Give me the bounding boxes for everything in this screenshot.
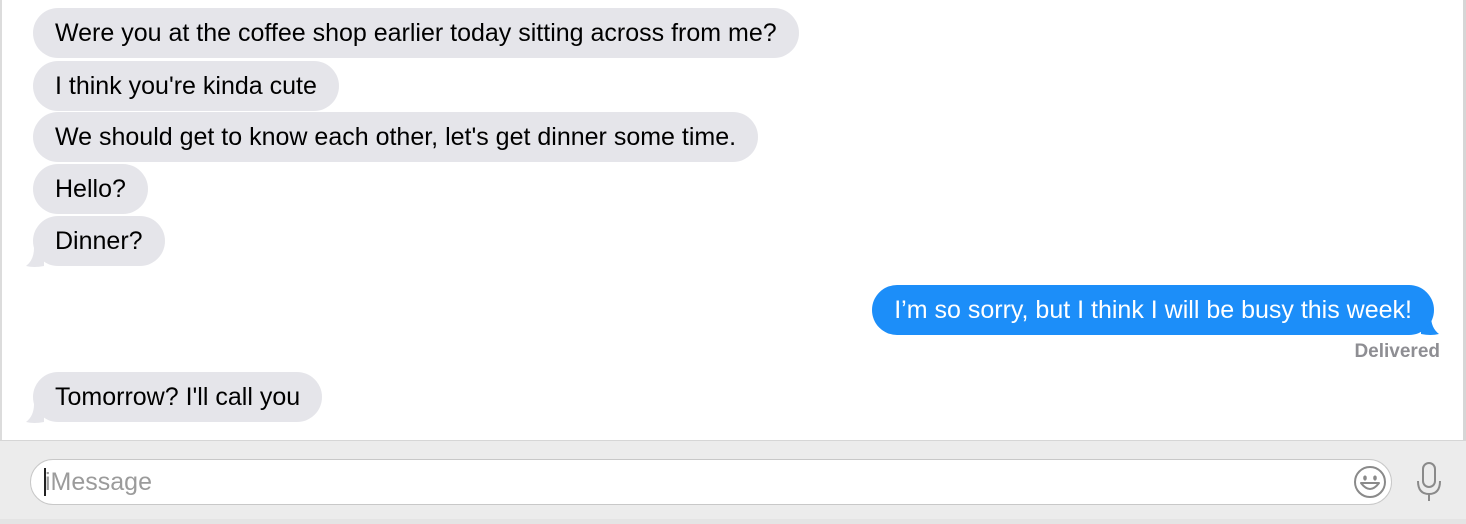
window-bottom-edge [0, 519, 1466, 524]
microphone-icon[interactable] [1414, 461, 1444, 503]
message-transcript: Were you at the coffee shop earlier toda… [0, 0, 1466, 440]
message-input[interactable] [45, 460, 1335, 504]
emoji-smiley-icon[interactable] [1353, 465, 1387, 499]
composer-bar [0, 440, 1466, 524]
incoming-message[interactable]: Hello? [33, 164, 148, 214]
incoming-message[interactable]: We should get to know each other, let's … [33, 112, 759, 162]
messages-window: Were you at the coffee shop earlier toda… [0, 0, 1466, 524]
outgoing-message[interactable]: I’m so sorry, but I think I will be busy… [872, 285, 1434, 335]
incoming-message[interactable]: I think you're kinda cute [33, 61, 339, 111]
message-field[interactable] [30, 459, 1392, 505]
text-caret [44, 468, 46, 496]
incoming-message[interactable]: Dinner? [33, 216, 165, 266]
incoming-message[interactable]: Tomorrow? I'll call you [33, 372, 323, 422]
delivery-status: Delivered [1354, 341, 1440, 362]
incoming-message[interactable]: Were you at the coffee shop earlier toda… [33, 8, 799, 58]
